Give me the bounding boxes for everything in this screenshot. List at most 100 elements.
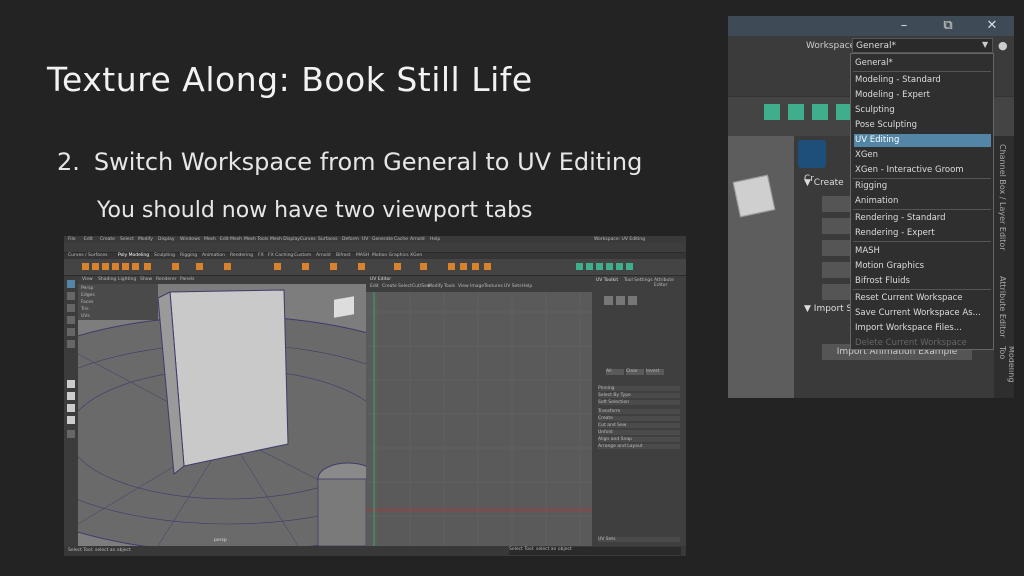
shelf-tool-icon[interactable]	[302, 263, 309, 270]
menu-display[interactable]: Display	[158, 237, 175, 242]
menu-file[interactable]: File	[68, 237, 76, 242]
shelf-tool-icon[interactable]	[102, 263, 109, 270]
all-button[interactable]: All	[606, 369, 624, 375]
shelf-tool-icon[interactable]	[224, 263, 231, 270]
shelf-tool-icon[interactable]	[82, 263, 89, 270]
shelf-tool-icon[interactable]	[330, 263, 337, 270]
lock-icon[interactable]: ●	[998, 39, 1008, 52]
move-tool-icon[interactable]	[67, 316, 75, 324]
menu-mesh-display[interactable]: Mesh Display	[270, 237, 300, 242]
menu-item-xgen-interactive-groom[interactable]: XGen - Interactive Groom	[854, 164, 964, 177]
create-section[interactable]: ▼ Create	[804, 178, 844, 188]
menu-cache[interactable]: Cache	[394, 237, 408, 242]
uv-menu-view[interactable]: View	[458, 284, 469, 289]
shelf-tool-icon[interactable]	[596, 263, 603, 270]
menu-mesh[interactable]: Mesh	[204, 237, 216, 242]
shelf-tool-icon[interactable]	[274, 263, 281, 270]
toolkit-section[interactable]: Unfold	[598, 430, 680, 435]
shelf-tab[interactable]: Arnold	[316, 253, 331, 258]
shelf-tab[interactable]: Curves / Surfaces	[68, 253, 108, 258]
shelf-tool-icon[interactable]	[358, 263, 365, 270]
toolkit-section[interactable]: Transform	[598, 409, 680, 414]
menu-item-modeling-expert[interactable]: Modeling - Expert	[854, 89, 930, 102]
shelf-tool-icon[interactable]	[144, 263, 151, 270]
shelf-tool-icon[interactable]	[576, 263, 583, 270]
viewport-menu-lighting[interactable]: Lighting	[118, 277, 136, 282]
uv-menu-textures[interactable]: Textures	[484, 284, 503, 289]
menu-item-rendering-standard[interactable]: Rendering - Standard	[854, 212, 946, 225]
menu-mesh-tools[interactable]: Mesh Tools	[244, 237, 268, 242]
menu-item-rendering-expert[interactable]: Rendering - Expert	[854, 227, 935, 240]
uv-menu-tools[interactable]: Tools	[444, 284, 455, 289]
shelf-tool-icon[interactable]	[764, 104, 780, 120]
toolkit-section[interactable]: Select By Type	[598, 393, 680, 398]
shelf-tab[interactable]: MASH	[356, 253, 369, 258]
menu-windows[interactable]: Windows	[180, 237, 200, 242]
menu-create[interactable]: Create	[100, 237, 115, 242]
shelf-tool-icon[interactable]	[472, 263, 479, 270]
tab-channel-box[interactable]: Channel Box / Layer Editor	[998, 144, 1007, 251]
menu-item-motion-graphics[interactable]: Motion Graphics	[854, 260, 924, 273]
shelf-tab[interactable]: Custom	[294, 253, 311, 258]
shelf-tool-icon[interactable]	[132, 263, 139, 270]
menu-item-bifrost-fluids[interactable]: Bifrost Fluids	[854, 275, 910, 288]
menu-item-animation[interactable]: Animation	[854, 195, 898, 208]
selection-mode-icon[interactable]	[628, 296, 637, 305]
chevron-down-icon[interactable]: ▼	[982, 40, 988, 49]
shelf-tool-icon[interactable]	[122, 263, 129, 270]
menu-curves[interactable]: Curves	[300, 237, 316, 242]
lasso-tool-icon[interactable]	[67, 292, 75, 300]
import-section[interactable]: ▼ Import S	[804, 304, 852, 314]
menu-item-reset-workspace[interactable]: Reset Current Workspace	[854, 292, 963, 305]
viewport-menu-shading[interactable]: Shading	[98, 277, 116, 282]
toolkit-section[interactable]: Cut and Sew	[598, 423, 680, 428]
menu-deform[interactable]: Deform	[342, 237, 359, 242]
toolkit-section[interactable]: Arrange and Layout	[598, 444, 680, 449]
scale-tool-icon[interactable]	[67, 340, 75, 348]
menu-item-xgen[interactable]: XGen	[854, 149, 878, 162]
menu-help[interactable]: Help	[430, 237, 440, 242]
menu-select[interactable]: Select	[120, 237, 134, 242]
shelf-tool-icon[interactable]	[92, 263, 99, 270]
shelf-tool-icon[interactable]	[420, 263, 427, 270]
menu-surfaces[interactable]: Surfaces	[318, 237, 338, 242]
clear-button[interactable]: Clear	[626, 369, 644, 375]
menu-modify[interactable]: Modify	[138, 237, 153, 242]
rotate-tool-icon[interactable]	[67, 328, 75, 336]
shelf-tab[interactable]: XGen	[410, 253, 422, 258]
close-icon[interactable]: ✕	[982, 17, 1002, 35]
shelf-tool-icon[interactable]	[484, 263, 491, 270]
shelf-tool-icon[interactable]	[616, 263, 623, 270]
shelf-tab[interactable]: FX	[258, 253, 264, 258]
shelf-tab[interactable]: Sculpting	[154, 253, 175, 258]
shelf-tool-icon[interactable]	[112, 263, 119, 270]
menu-item-sculpting[interactable]: Sculpting	[854, 104, 895, 117]
minimize-icon[interactable]: –	[894, 17, 914, 35]
menu-item-import-workspace-files[interactable]: Import Workspace Files...	[854, 322, 962, 335]
tab-attribute-editor[interactable]: Attribute Editor	[654, 278, 686, 288]
tab-tool-settings[interactable]: Tool Settings	[624, 278, 653, 283]
tab-attribute-editor[interactable]: Attribute Editor	[998, 276, 1007, 338]
command-line-field[interactable]: Select Tool: select an object	[509, 547, 681, 555]
menu-uv[interactable]: UV	[362, 237, 368, 242]
select-tool-icon[interactable]	[67, 280, 75, 288]
menu-edit-mesh[interactable]: Edit Mesh	[220, 237, 242, 242]
toolkit-section[interactable]: Pinning	[598, 386, 680, 391]
toolkit-section[interactable]: Align and Snap	[598, 437, 680, 442]
shelf-tab[interactable]: Poly Modeling	[118, 253, 149, 258]
viewport-menu-view[interactable]: View	[82, 277, 93, 282]
menu-item-modeling-standard[interactable]: Modeling - Standard	[854, 74, 941, 87]
view-cube-icon[interactable]	[334, 296, 354, 318]
shelf-tool-icon[interactable]	[606, 263, 613, 270]
viewport-menu-renderer[interactable]: Renderer	[156, 277, 177, 282]
uv-toolkit-title[interactable]: UV Toolkit	[596, 278, 618, 283]
uv-menu-create[interactable]: Create	[382, 284, 397, 289]
shelf-tab[interactable]: Rigging	[180, 253, 197, 258]
menu-edit[interactable]: Edit	[84, 237, 93, 242]
toolkit-section[interactable]: Soft Selection	[598, 400, 680, 405]
selection-mode-icon[interactable]	[616, 296, 625, 305]
shelf-tab[interactable]: Bifrost	[336, 253, 351, 258]
shelf-tab[interactable]: Rendering	[230, 253, 253, 258]
toolkit-section[interactable]: Create	[598, 416, 680, 421]
shelf-tab[interactable]: FX Caching	[268, 253, 293, 258]
